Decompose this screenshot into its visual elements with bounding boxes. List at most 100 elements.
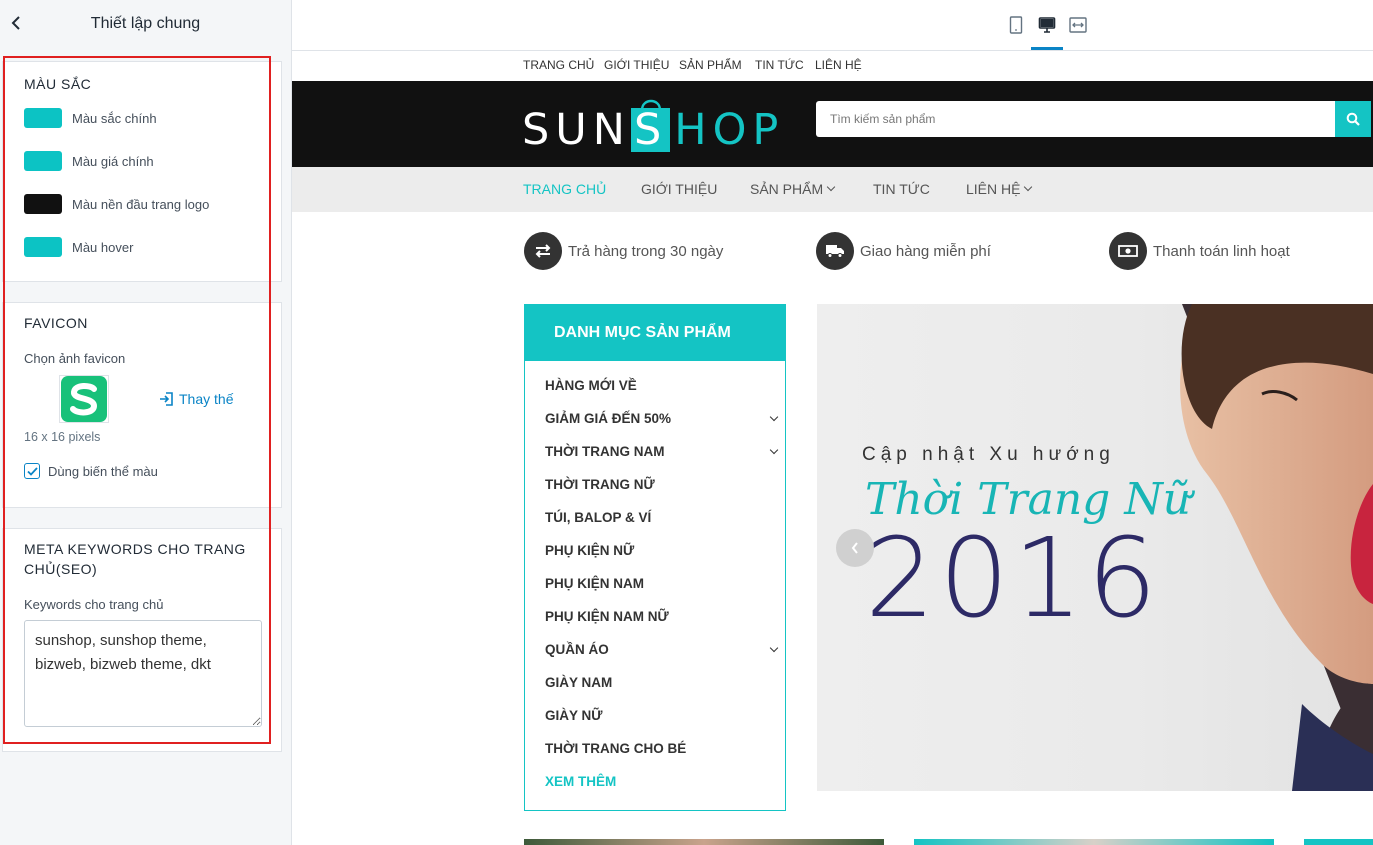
nav-label: LIÊN HỆ [966,181,1021,197]
category-item[interactable]: TÚI, BALOP & VÍ [545,510,779,525]
banner-prev-button[interactable] [836,529,874,567]
category-item[interactable]: THỜI TRANG NỮ [545,477,779,492]
category-item-label: QUẦN ÁO [545,642,609,657]
top-link-about[interactable]: GIỚI THIỆU [604,58,669,72]
nav-item-about[interactable]: GIỚI THIỆU [641,181,717,197]
fullwidth-icon [1069,17,1087,33]
logo-part-1: SUN [522,105,631,155]
category-more-link[interactable]: XEM THÊM [545,774,779,789]
category-item-label: THỜI TRANG NAM [545,444,665,459]
hero-banner: Cập nhật Xu hướng Thời Trang Nữ 2016 [817,304,1373,791]
seo-card: META KEYWORDS CHO TRANG CHỦ(SEO) Keyword… [2,528,282,752]
keywords-textarea[interactable] [24,620,262,727]
color-swatch[interactable] [24,151,62,171]
more-label: XEM THÊM [545,774,617,789]
desktop-view-button[interactable] [1034,12,1060,38]
colors-card: MÀU SẮC Màu sắc chính Màu giá chính Màu … [2,61,282,282]
category-title: DANH MỤC SẢN PHẨM [554,324,731,341]
category-item[interactable]: GIÀY NAM [545,675,779,690]
desktop-icon [1038,17,1056,33]
feature-text: Thanh toán linh hoạt [1153,242,1290,260]
nav-item-news[interactable]: TIN TỨC [873,181,930,197]
category-item-label: GIÀY NỮ [545,708,603,723]
color-swatch[interactable] [24,194,62,214]
top-link-products[interactable]: SẢN PHẨM [679,58,742,72]
product-thumb[interactable] [524,839,884,845]
color-label: Màu giá chính [72,153,154,169]
color-row-header-bg[interactable]: Màu nền đầu trang logo [24,194,209,214]
color-label: Màu nền đầu trang logo [72,196,210,212]
category-item[interactable]: THỜI TRANG NAM [545,444,779,459]
category-item[interactable]: QUẦN ÁO [545,642,779,657]
replace-favicon-button[interactable]: Thay thế [159,391,233,407]
color-swatch[interactable] [24,108,62,128]
top-link-home[interactable]: TRANG CHỦ [523,58,594,72]
color-variant-checkbox[interactable] [24,463,40,479]
mobile-icon [1009,16,1023,34]
category-item[interactable]: PHỤ KIỆN NAM NỮ [545,609,779,624]
category-item-label: THỜI TRANG NỮ [545,477,655,492]
chevron-down-icon [1024,182,1033,192]
favicon-s-icon [61,376,107,422]
color-row-hover[interactable]: Màu hover [24,237,133,257]
color-row-primary[interactable]: Màu sắc chính [24,108,157,128]
category-item[interactable]: PHỤ KIỆN NỮ [545,543,779,558]
category-menu: DANH MỤC SẢN PHẨM HÀNG MỚI VỀ GIẢM GIÁ ĐẾ… [524,304,786,811]
logo-text: SUNS HOP [522,99,785,155]
bag-handle-icon [640,99,662,110]
back-button[interactable] [6,12,26,34]
nav-item-products[interactable]: SẢN PHẨM [750,181,836,197]
feature-free-shipping: Giao hàng miễn phí [816,232,991,270]
category-item-label: TÚI, BALOP & VÍ [545,510,652,525]
top-links-bar: TRANG CHỦ GIỚI THIỆU SẢN PHẨM TIN TỨC LI… [292,51,1373,81]
category-item[interactable]: GIÀY NỮ [545,708,779,723]
chevron-left-icon [851,542,858,554]
panel-title: Thiết lập chung [90,14,201,32]
color-label: Màu sắc chính [72,110,157,126]
mobile-view-button[interactable] [1003,12,1029,38]
search-button[interactable] [1335,101,1371,137]
category-item-label: GIẢM GIÁ ĐẾN 50% [545,411,672,426]
color-label: Màu hover [72,239,134,255]
color-row-price[interactable]: Màu giá chính [24,151,154,171]
category-item[interactable]: THỜI TRANG CHO BÉ [545,741,779,756]
category-item[interactable]: PHỤ KIỆN NAM [545,576,779,591]
store-header: SUNS HOP [292,81,1373,167]
color-variant-checkbox-row[interactable]: Dùng biến thể màu [24,463,158,479]
category-item[interactable]: HÀNG MỚI VỀ [545,378,779,393]
category-header: DANH MỤC SẢN PHẨM [525,305,785,361]
nav-item-home[interactable]: TRANG CHỦ [523,181,606,197]
search-icon [1346,112,1360,126]
chevron-down-icon [826,182,836,192]
logo-part-3: HOP [674,105,785,155]
checkmark-icon [26,466,38,476]
truck-icon [816,232,854,270]
feature-payment: Thanh toán linh hoạt [1109,232,1290,270]
panel-header: Thiết lập chung [0,0,291,47]
store-preview: TRANG CHỦ GIỚI THIỆU SẢN PHẨM TIN TỨC LI… [292,51,1373,845]
nav-item-contact[interactable]: LIÊN HỆ [966,181,1033,197]
top-link-contact[interactable]: LIÊN HỆ [815,58,862,72]
category-item-label: PHỤ KIỆN NAM NỮ [545,609,669,624]
top-link-news[interactable]: TIN TỨC [755,58,804,72]
favicon-preview[interactable] [59,375,109,423]
settings-panel: Thiết lập chung MÀU SẮC Màu sắc chính Mà… [0,0,292,845]
fullwidth-view-button[interactable] [1065,12,1091,38]
category-item-label: HÀNG MỚI VỀ [545,378,637,393]
favicon-section-title: FAVICON [24,315,88,331]
seo-section-title: META KEYWORDS CHO TRANG CHỦ(SEO) [24,541,246,577]
nav-label: TIN TỨC [873,181,930,197]
nav-label: GIỚI THIỆU [641,181,718,197]
checkbox-label: Dùng biến thể màu [48,463,158,479]
store-logo[interactable]: SUNS HOP [522,87,778,157]
model-photo [1180,304,1373,791]
nav-label: SẢN PHẨM [750,181,824,197]
product-thumb[interactable] [1304,839,1373,845]
product-thumb[interactable] [914,839,1274,845]
logo-part-2: S [630,99,671,152]
device-toolbar [292,0,1373,51]
color-swatch[interactable] [24,237,62,257]
category-item[interactable]: GIẢM GIÁ ĐẾN 50% [545,411,779,426]
keywords-field-label: Keywords cho trang chủ [24,597,164,612]
search-input[interactable] [816,101,1335,137]
